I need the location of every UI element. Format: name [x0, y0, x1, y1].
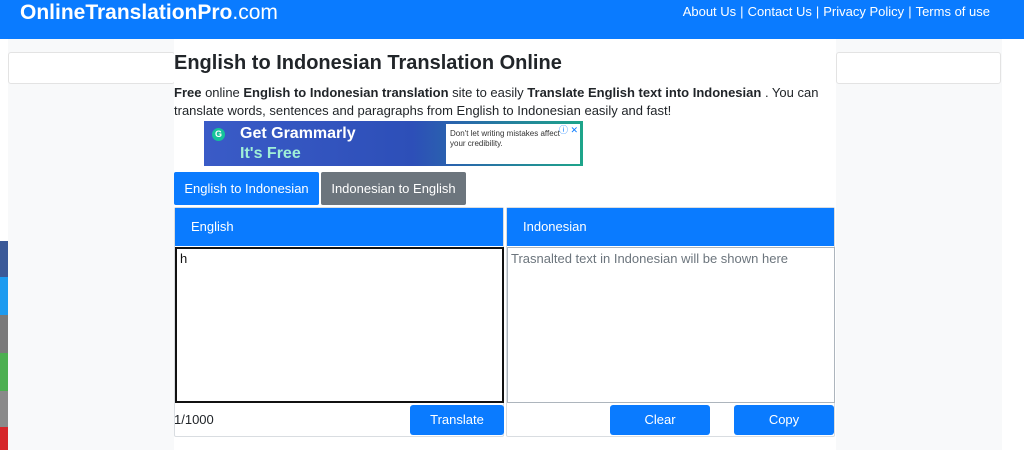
nav-terms-of-use[interactable]: Terms of use — [916, 4, 990, 19]
grammarly-logo-icon: G — [212, 128, 225, 141]
right-ad-slot[interactable] — [836, 52, 1001, 84]
nav-about-us[interactable]: About Us — [683, 4, 736, 19]
ad-subline: It's Free — [240, 145, 301, 162]
target-panel: Indonesian Trasnalted text in Indonesian… — [506, 207, 835, 437]
nav-separator: | — [908, 4, 912, 19]
ad-note: Don't let writing mistakes affect your c… — [446, 124, 580, 164]
ad-close-icon[interactable]: ⓘ ✕ — [559, 125, 578, 135]
target-panel-header: Indonesian — [507, 208, 834, 246]
intro-part-2: online — [201, 85, 244, 100]
tab-indonesian-to-english[interactable]: Indonesian to English — [321, 172, 466, 205]
translate-button[interactable]: Translate — [410, 405, 504, 435]
nav-privacy-policy[interactable]: Privacy Policy — [823, 4, 904, 19]
source-panel-header: English — [175, 208, 503, 246]
share-email-tab[interactable] — [0, 315, 8, 353]
site-logo[interactable]: OnlineTranslationPro.com — [20, 0, 278, 26]
left-ad-slot[interactable] — [8, 52, 175, 84]
brand-suffix: .com — [232, 1, 278, 24]
ad-note-text: Don't let writing mistakes affect your c… — [450, 129, 560, 148]
share-pinterest-tab[interactable] — [0, 427, 8, 450]
brand-main: OnlineTranslationPro — [20, 1, 233, 24]
main-content: English to Indonesian Translation Online… — [174, 39, 836, 450]
share-twitter-tab[interactable] — [0, 277, 8, 315]
nav-separator: | — [815, 4, 820, 19]
copy-button[interactable]: Copy — [734, 405, 834, 435]
share-whatsapp-tab[interactable] — [0, 353, 8, 391]
share-facebook-tab[interactable] — [0, 241, 8, 277]
page-title: English to Indonesian Translation Online — [174, 52, 562, 74]
intro-part-1: Free — [174, 85, 202, 100]
intro-part-3: English to Indonesian translation — [243, 85, 449, 100]
tab-english-to-indonesian[interactable]: English to Indonesian — [174, 172, 319, 205]
share-more-tab[interactable] — [0, 391, 8, 427]
top-navbar: OnlineTranslationPro.com About Us | Contac… — [0, 0, 1024, 39]
top-nav-links: About Us | Contact Us | Privacy Policy | Terms… — [683, 4, 990, 20]
intro-part-5: Translate English text into Indonesian — [527, 85, 762, 100]
source-panel: English h — [174, 207, 504, 437]
ad-headline: Get Grammarly — [240, 125, 356, 142]
source-text-input[interactable]: h — [175, 247, 504, 403]
intro-part-4: site to easily — [448, 85, 528, 100]
clear-button[interactable]: Clear — [610, 405, 710, 435]
character-counter: 1/1000 — [174, 412, 214, 427]
intro-text: Free online English to Indonesian transl… — [174, 84, 834, 120]
translated-text-output[interactable]: Trasnalted text in Indonesian will be sh… — [507, 247, 835, 403]
nav-contact-us[interactable]: Contact Us — [748, 4, 812, 19]
nav-separator: | — [740, 4, 744, 19]
grammarly-ad-banner[interactable]: G Get Grammarly It's Free Don't let writ… — [204, 121, 583, 166]
